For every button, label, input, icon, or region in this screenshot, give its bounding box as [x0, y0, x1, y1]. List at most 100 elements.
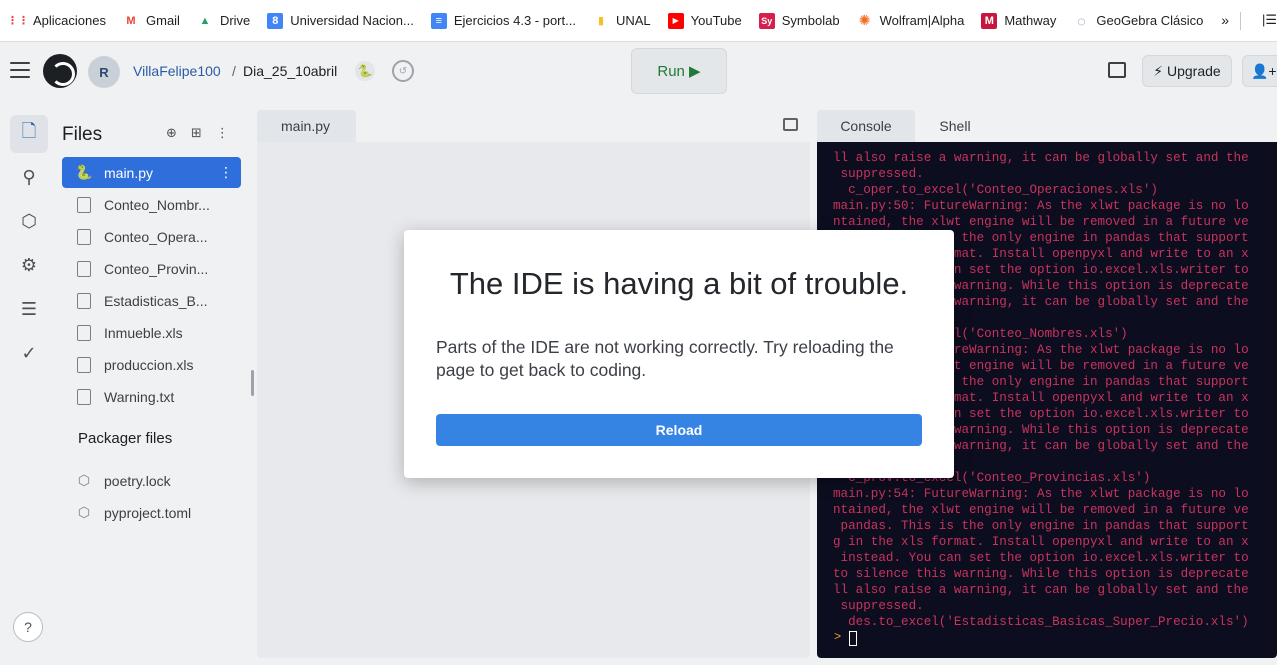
bookmark-universidad[interactable]: 8 Universidad Nacion...	[267, 12, 414, 29]
bookmarks-bar: ⋮⋮ Aplicaciones M Gmail ▲ Drive 8 Universida…	[0, 0, 1277, 42]
git-icon[interactable]: ⚲	[10, 158, 48, 196]
chat-icon[interactable]	[1108, 62, 1126, 78]
python-icon[interactable]: 🐍	[355, 61, 375, 81]
upgrade-button[interactable]: ⚡ Upgrade	[1142, 55, 1232, 87]
editor-settings-icon[interactable]	[783, 118, 798, 131]
file-name: Warning.txt	[104, 388, 175, 405]
file-icon	[77, 356, 91, 373]
bookmark-label: Wolfram|Alpha	[879, 13, 965, 28]
files-panel: Files ⊕ ⊞ ⋮ 🐍 main.py ⋮ Conteo_Nombr... …	[56, 108, 248, 657]
apps-grid-icon: ⋮⋮	[7, 15, 29, 27]
file-name: Conteo_Provin...	[104, 260, 209, 277]
replit-logo[interactable]	[43, 54, 77, 88]
tab-shell[interactable]: Shell	[925, 110, 985, 142]
bookmark-youtube[interactable]: ▶ YouTube	[667, 12, 742, 29]
file-item-poetry-lock[interactable]: ⬡ poetry.lock	[62, 465, 241, 496]
bookmark-label: YouTube	[690, 13, 742, 28]
bookmarks-divider	[1240, 12, 1241, 30]
file-item[interactable]: Estadisticas_B...	[62, 285, 241, 316]
tab-console[interactable]: Console	[817, 110, 915, 142]
run-button[interactable]: Run ▶	[631, 48, 727, 94]
bookmark-label: UNAL	[615, 13, 651, 28]
bookmark-ejercicios[interactable]: ≡ Ejercicios 4.3 - port...	[430, 12, 576, 29]
bookmark-label: Ejercicios 4.3 - port...	[453, 13, 576, 28]
file-item[interactable]: Conteo_Opera...	[62, 221, 241, 252]
file-icon	[77, 228, 91, 245]
add-folder-icon[interactable]: ⊞	[191, 125, 202, 141]
file-more-icon[interactable]: ⋮	[219, 164, 233, 181]
bookmark-mathway[interactable]: M Mathway	[981, 12, 1057, 29]
file-name: produccion.xls	[104, 356, 194, 373]
tab-main-py[interactable]: main.py	[257, 110, 356, 142]
files-icon[interactable]: 🗋	[10, 115, 48, 153]
folder-icon: ▮	[597, 15, 604, 27]
file-name: Inmueble.xls	[104, 324, 183, 341]
bookmark-label: Drive	[219, 13, 251, 28]
file-item-main-py[interactable]: 🐍 main.py ⋮	[62, 157, 241, 188]
bookmark-drive[interactable]: ▲ Drive	[197, 13, 251, 29]
bookmark-label: Gmail	[146, 13, 180, 28]
symbolab-icon: Sy	[758, 12, 775, 29]
mathway-icon: M	[981, 12, 998, 29]
youtube-icon: ▶	[667, 12, 684, 29]
file-name: poetry.lock	[104, 472, 171, 489]
add-file-icon[interactable]: ⊕	[166, 125, 177, 141]
file-icon	[77, 196, 91, 213]
bookmark-gmail[interactable]: M Gmail	[123, 13, 180, 29]
dialog-message: Parts of the IDE are not working correct…	[436, 337, 894, 380]
reading-list-icon[interactable]: |☰	[1262, 12, 1277, 28]
packager-files-title: Packager files	[78, 430, 173, 447]
tool-rail: 🗋 ⚲ ⬡ ⚙ ☰ ✓ ?	[0, 108, 56, 665]
database-icon[interactable]: ☰	[10, 290, 48, 328]
help-button[interactable]: ?	[13, 612, 43, 642]
file-item[interactable]: Conteo_Provin...	[62, 253, 241, 284]
more-bookmarks-icon[interactable]: »	[1221, 12, 1229, 28]
invite-button[interactable]: 👤+ S	[1242, 55, 1277, 87]
file-icon	[77, 388, 91, 405]
package-icon: ⬡	[77, 472, 91, 488]
menu-icon[interactable]	[10, 62, 30, 78]
settings-icon[interactable]: ⚙	[10, 246, 48, 284]
error-dialog: The IDE is having a bit of trouble. Part…	[404, 230, 954, 478]
reload-button[interactable]: Reload	[436, 414, 922, 446]
bookmark-label: GeoGebra Clásico	[1096, 13, 1204, 28]
file-item[interactable]: Conteo_Nombr...	[62, 189, 241, 220]
files-toolbar: ⊕ ⊞ ⋮	[166, 125, 229, 141]
wolfram-icon: ✺	[858, 12, 871, 28]
bookmark-label: Aplicaciones	[33, 13, 106, 28]
file-icon	[77, 324, 91, 341]
file-name: main.py	[104, 164, 154, 181]
bookmark-unal[interactable]: ▮ UNAL	[593, 13, 651, 29]
docs-icon: ≡	[430, 12, 447, 29]
history-icon[interactable]: ↺	[392, 60, 414, 82]
file-item[interactable]: Inmueble.xls	[62, 317, 241, 348]
bookmark-label: Mathway	[1004, 13, 1057, 28]
file-name: Conteo_Opera...	[104, 228, 208, 245]
file-item-pyproject[interactable]: ⬡ pyproject.toml	[62, 497, 241, 528]
workspace-header: R VillaFelipe100 / Dia_25_10abril 🐍 ↺ Ru…	[0, 42, 1277, 100]
file-icon	[77, 292, 91, 309]
breadcrumb-user[interactable]: VillaFelipe100	[133, 63, 221, 79]
files-title: Files	[62, 124, 103, 145]
checkmark-icon[interactable]: ✓	[10, 334, 48, 372]
file-name: Estadisticas_B...	[104, 292, 208, 309]
file-item[interactable]: produccion.xls	[62, 349, 241, 380]
console-prompt: >	[834, 630, 842, 644]
bookmark-geogebra[interactable]: ◌ GeoGebra Clásico	[1073, 13, 1203, 29]
file-name: Conteo_Nombr...	[104, 196, 210, 213]
packages-icon[interactable]: ⬡	[10, 202, 48, 240]
bookmark-label: Universidad Nacion...	[290, 13, 414, 28]
panel-resize-handle[interactable]	[251, 370, 254, 396]
file-item[interactable]: Warning.txt	[62, 381, 241, 412]
more-options-icon[interactable]: ⋮	[216, 125, 229, 141]
drive-icon: ▲	[199, 14, 211, 27]
breadcrumb-separator: /	[232, 63, 236, 79]
console-cursor	[849, 631, 857, 646]
bookmark-symbolab[interactable]: Sy Symbolab	[758, 12, 840, 29]
breadcrumb-repl-name[interactable]: Dia_25_10abril	[243, 63, 337, 79]
bookmark-aplicaciones[interactable]: ⋮⋮ Aplicaciones	[7, 13, 106, 29]
calendar-icon: 8	[267, 12, 284, 29]
bookmark-wolfram[interactable]: ✺ Wolfram|Alpha	[857, 12, 965, 29]
avatar[interactable]: R	[88, 56, 120, 88]
geogebra-icon: ◌	[1077, 12, 1086, 29]
